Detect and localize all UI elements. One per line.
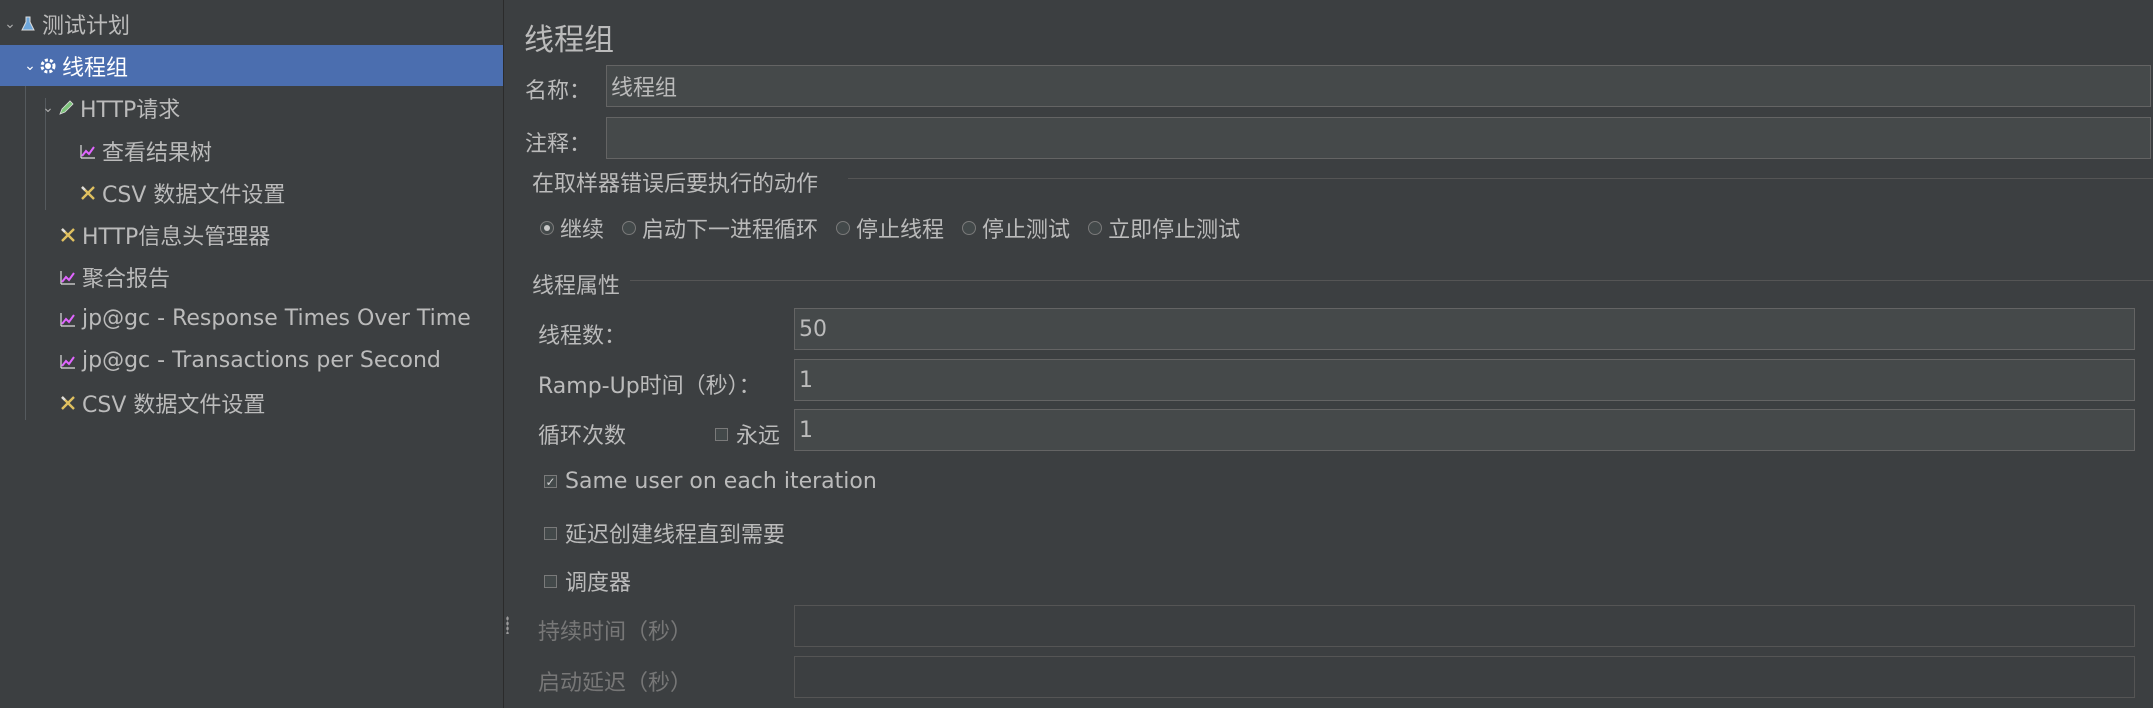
- forever-checkbox[interactable]: 永远: [715, 418, 780, 450]
- graph-icon: [58, 267, 78, 287]
- tree-item-label: 聚合报告: [82, 266, 171, 292]
- tree-item-http-header-manager[interactable]: HTTP信息头管理器: [0, 214, 503, 255]
- name-label: 名称：: [525, 79, 592, 104]
- tree-item-label: HTTP信息头管理器: [82, 224, 271, 250]
- chevron-down-icon[interactable]: ⌄: [40, 100, 56, 116]
- radio-label: 停止测试: [982, 218, 1071, 243]
- tree-item-csv-data-set-2[interactable]: CSV 数据文件设置: [0, 382, 503, 423]
- radio-start-next-loop[interactable]: 启动下一进程循环: [622, 212, 818, 244]
- tree-item-transactions-per-second[interactable]: jp@gc - Transactions per Second: [0, 340, 503, 381]
- radio-stop-test-now[interactable]: 立即停止测试: [1088, 212, 1240, 244]
- name-field[interactable]: 线程组: [606, 65, 2151, 107]
- tools-icon: [58, 393, 78, 413]
- test-plan-tree[interactable]: ⌄ 测试计划 ⌄ 线程组 ⌄ HTTP请求 查看结果树 CSV 数据文件设置 H…: [0, 0, 504, 708]
- same-user-checkbox[interactable]: ✓ Same user on each iteration: [544, 469, 877, 494]
- graph-icon: [78, 141, 98, 161]
- radio-dot[interactable]: [836, 221, 851, 235]
- graph-icon: [58, 351, 78, 371]
- radio-dot[interactable]: [1088, 221, 1103, 235]
- loop-count-field[interactable]: 1: [794, 409, 2135, 451]
- section-divider: [848, 178, 2153, 179]
- page-title: 线程组: [524, 23, 614, 58]
- pen-icon: [56, 98, 76, 118]
- check-icon[interactable]: ✓: [544, 475, 557, 488]
- tree-item-label: CSV 数据文件设置: [82, 392, 266, 418]
- checkbox-box[interactable]: [715, 427, 728, 441]
- tools-icon: [58, 225, 78, 245]
- radio-label: 继续: [560, 218, 605, 243]
- checkbox-label: 永远: [736, 424, 781, 449]
- grip-icon: [506, 616, 509, 634]
- tree-item-label: 线程组: [62, 55, 129, 81]
- radio-continue[interactable]: 继续: [540, 212, 604, 244]
- checkbox-label: Same user on each iteration: [565, 469, 877, 494]
- duration-field[interactable]: [794, 605, 2135, 647]
- rampup-field[interactable]: 1: [794, 359, 2135, 401]
- tree-item-label: HTTP请求: [80, 97, 181, 123]
- tree-item-test-plan[interactable]: ⌄ 测试计划: [0, 3, 503, 44]
- startup-delay-field[interactable]: [794, 656, 2135, 698]
- checkbox-label: 调度器: [565, 571, 632, 596]
- thread-group-panel: 线程组 名称： 线程组 注释： 在取样器错误后要执行的动作 继续 启动下一进程循…: [512, 0, 2153, 708]
- graph-icon: [58, 309, 78, 329]
- comment-field[interactable]: [606, 117, 2151, 159]
- flask-icon: [18, 14, 38, 34]
- radio-label: 立即停止测试: [1108, 218, 1241, 243]
- delay-thread-creation-checkbox[interactable]: 延迟创建线程直到需要: [544, 517, 785, 549]
- tree-item-label: 查看结果树: [102, 140, 213, 166]
- duration-label: 持续时间（秒）: [538, 620, 693, 645]
- error-action-radio-group: 继续 启动下一进程循环 停止线程 停止测试 立即停止测试: [540, 212, 1258, 244]
- radio-stop-thread[interactable]: 停止线程: [836, 212, 944, 244]
- checkbox-box[interactable]: [544, 574, 557, 588]
- tree-item-aggregate-report[interactable]: 聚合报告: [0, 256, 503, 297]
- scheduler-checkbox[interactable]: 调度器: [544, 565, 631, 597]
- tree-item-response-times[interactable]: jp@gc - Response Times Over Time: [0, 298, 503, 339]
- tree-item-label: jp@gc - Transactions per Second: [82, 348, 441, 373]
- radio-dot[interactable]: [622, 221, 637, 235]
- thread-count-field[interactable]: 50: [794, 308, 2135, 350]
- rampup-label: Ramp-Up时间（秒）：: [538, 374, 761, 399]
- comment-label: 注释：: [525, 132, 592, 157]
- startup-delay-label: 启动延迟（秒）: [538, 671, 693, 696]
- splitter-handle[interactable]: [504, 0, 512, 708]
- tree-item-thread-group[interactable]: ⌄ 线程组: [0, 45, 503, 86]
- tools-icon: [78, 183, 98, 203]
- radio-label: 启动下一进程循环: [642, 218, 819, 243]
- radio-dot[interactable]: [540, 221, 554, 235]
- radio-label: 停止线程: [856, 218, 945, 243]
- chevron-down-icon[interactable]: ⌄: [22, 58, 38, 74]
- tree-item-csv-data-set[interactable]: CSV 数据文件设置: [0, 172, 503, 213]
- thread-properties-section-title: 线程属性: [532, 274, 621, 299]
- radio-stop-test[interactable]: 停止测试: [962, 212, 1070, 244]
- tree-item-view-results-tree[interactable]: 查看结果树: [0, 130, 503, 171]
- thread-count-label: 线程数：: [538, 324, 627, 349]
- tree-item-label: CSV 数据文件设置: [102, 182, 286, 208]
- chevron-down-icon[interactable]: ⌄: [2, 16, 18, 32]
- gear-icon: [38, 56, 58, 76]
- tree-item-http-request[interactable]: ⌄ HTTP请求: [0, 87, 503, 128]
- checkbox-box[interactable]: [544, 526, 557, 540]
- tree-item-label: 测试计划: [42, 13, 131, 39]
- radio-dot[interactable]: [962, 221, 977, 235]
- section-divider: [630, 280, 2153, 281]
- loop-count-label: 循环次数: [538, 424, 627, 449]
- tree-item-label: jp@gc - Response Times Over Time: [82, 306, 471, 331]
- checkbox-label: 延迟创建线程直到需要: [565, 523, 786, 548]
- error-action-section-title: 在取样器错误后要执行的动作: [532, 172, 819, 197]
